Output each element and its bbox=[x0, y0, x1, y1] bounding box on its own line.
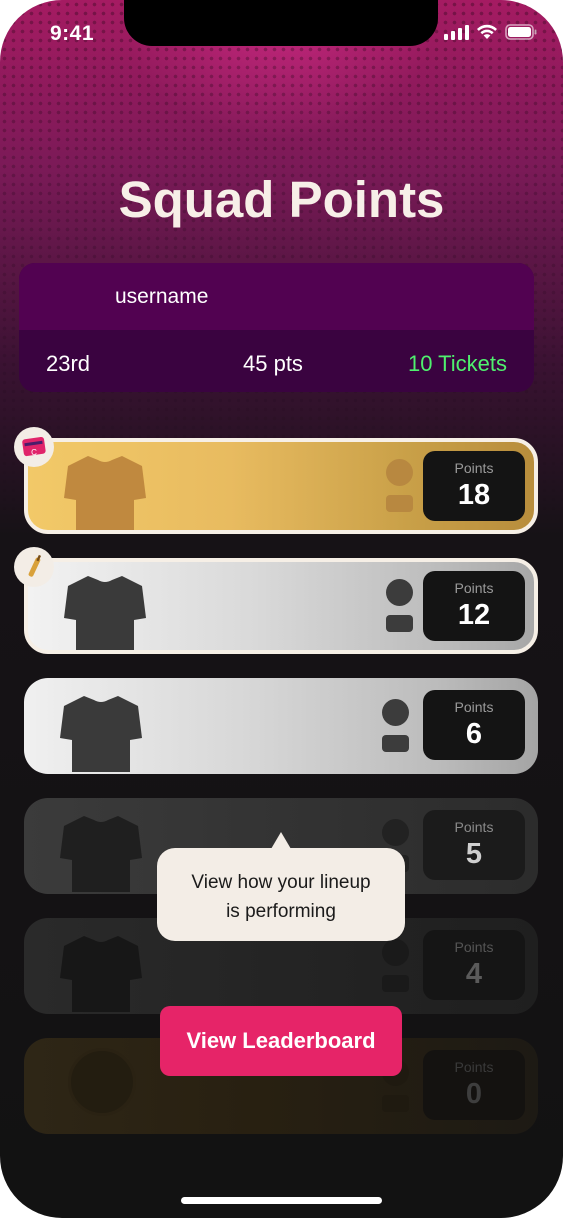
points-value: 5 bbox=[465, 838, 483, 870]
points-box: Points 5 bbox=[423, 810, 525, 880]
user-summary-card: username 23rd 45 pts 10 Tickets bbox=[19, 263, 534, 392]
tooltip-line-2: is performing bbox=[226, 901, 336, 922]
points-label: Points bbox=[454, 819, 494, 835]
view-leaderboard-button[interactable]: View Leaderboard bbox=[160, 1006, 402, 1076]
status-time: 9:41 bbox=[50, 22, 95, 45]
player-avatar-placeholder bbox=[382, 699, 409, 726]
points-value: 12 bbox=[457, 599, 491, 631]
jersey-icon bbox=[60, 936, 142, 1012]
summary-header: username bbox=[19, 263, 534, 330]
tooltip-arrow bbox=[271, 832, 291, 849]
team-flag-placeholder bbox=[382, 1095, 409, 1112]
points-label: Points bbox=[454, 939, 494, 955]
jersey-icon bbox=[60, 816, 142, 892]
cricket-bat-icon bbox=[28, 554, 42, 577]
username-label: username bbox=[115, 285, 209, 308]
player-avatar-placeholder bbox=[386, 579, 413, 606]
team-flag-placeholder bbox=[386, 615, 413, 632]
points-box: Points 6 bbox=[423, 690, 525, 760]
points-total: 45 pts bbox=[243, 351, 303, 376]
points-label: Points bbox=[454, 699, 494, 715]
batter-badge bbox=[14, 547, 54, 587]
summary-stats: 23rd 45 pts 10 Tickets bbox=[19, 330, 534, 392]
player-card[interactable]: Points 6 bbox=[24, 678, 538, 774]
team-flag-placeholder bbox=[382, 975, 409, 992]
points-value: 4 bbox=[465, 958, 483, 990]
onboarding-tooltip: View how your lineup is performing bbox=[157, 848, 405, 941]
rank-value: 23rd bbox=[46, 351, 91, 376]
captain-card-icon: C bbox=[22, 436, 46, 457]
tooltip-line-1: View how your lineup bbox=[191, 872, 371, 893]
points-box: Points 4 bbox=[423, 930, 525, 1000]
player-card[interactable]: Points 12 bbox=[24, 558, 538, 654]
points-value: 18 bbox=[457, 479, 491, 511]
home-indicator[interactable] bbox=[181, 1197, 382, 1204]
jersey-icon bbox=[60, 696, 142, 772]
player-avatar-placeholder bbox=[382, 939, 409, 966]
status-icons bbox=[444, 24, 537, 40]
points-value: 0 bbox=[465, 1078, 483, 1110]
svg-text:C: C bbox=[31, 448, 37, 457]
points-value: 6 bbox=[465, 718, 483, 750]
points-label: Points bbox=[454, 1059, 494, 1075]
wifi-icon bbox=[477, 24, 497, 39]
player-card[interactable]: Points 18 bbox=[24, 438, 538, 534]
player-avatar-placeholder bbox=[382, 819, 409, 846]
points-box: Points 18 bbox=[423, 451, 525, 521]
jersey-icon bbox=[64, 456, 146, 530]
phone-screen: 9:41 Squad Points username 23rd 45 pts 1… bbox=[0, 0, 563, 1218]
captain-badge: C bbox=[14, 427, 54, 467]
points-box: Points 12 bbox=[423, 571, 525, 641]
points-label: Points bbox=[454, 460, 494, 476]
device-notch bbox=[124, 0, 438, 46]
team-flag-placeholder bbox=[386, 495, 413, 512]
jersey-icon bbox=[64, 576, 146, 650]
team-flag-placeholder bbox=[382, 735, 409, 752]
battery-icon bbox=[505, 24, 537, 40]
player-avatar-circle bbox=[68, 1048, 136, 1116]
tickets-count: 10 Tickets bbox=[407, 351, 507, 376]
points-box: Points 0 bbox=[423, 1050, 525, 1120]
signal-icon bbox=[444, 24, 469, 40]
page-title: Squad Points bbox=[118, 171, 445, 228]
points-label: Points bbox=[454, 580, 494, 596]
player-avatar-placeholder bbox=[386, 459, 413, 486]
